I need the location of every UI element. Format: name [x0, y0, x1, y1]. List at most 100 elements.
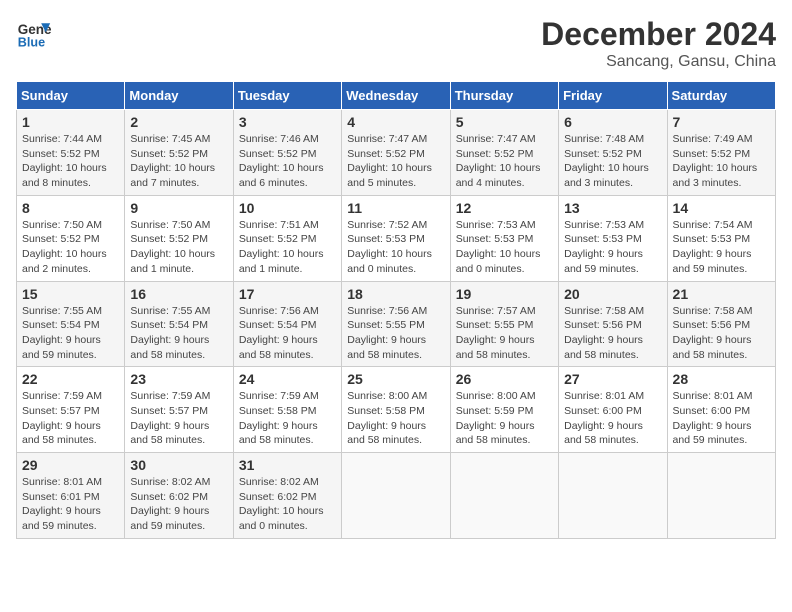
day-number: 8: [22, 200, 119, 216]
calendar-cell: 5 Sunrise: 7:47 AMSunset: 5:52 PMDaylight…: [450, 110, 558, 196]
day-number: 29: [22, 457, 119, 473]
calendar-cell: 10 Sunrise: 7:51 AMSunset: 5:52 PMDayligh…: [233, 195, 341, 281]
day-header-thursday: Thursday: [450, 82, 558, 110]
day-number: 20: [564, 286, 661, 302]
calendar-cell: 12 Sunrise: 7:53 AMSunset: 5:53 PMDayligh…: [450, 195, 558, 281]
day-number: 27: [564, 371, 661, 387]
day-detail: Sunrise: 8:00 AMSunset: 5:58 PMDaylight:…: [347, 389, 444, 448]
day-detail: Sunrise: 7:59 AMSunset: 5:57 PMDaylight:…: [130, 389, 227, 448]
calendar-cell: [559, 453, 667, 539]
day-detail: Sunrise: 7:44 AMSunset: 5:52 PMDaylight:…: [22, 132, 119, 191]
calendar-header-row: SundayMondayTuesdayWednesdayThursdayFrid…: [17, 82, 776, 110]
day-number: 28: [673, 371, 770, 387]
day-header-friday: Friday: [559, 82, 667, 110]
day-detail: Sunrise: 8:01 AMSunset: 6:00 PMDaylight:…: [564, 389, 661, 448]
calendar-week-row: 1 Sunrise: 7:44 AMSunset: 5:52 PMDaylight…: [17, 110, 776, 196]
day-detail: Sunrise: 7:47 AMSunset: 5:52 PMDaylight:…: [456, 132, 553, 191]
day-number: 4: [347, 114, 444, 130]
day-detail: Sunrise: 7:53 AMSunset: 5:53 PMDaylight:…: [564, 218, 661, 277]
calendar-body: 1 Sunrise: 7:44 AMSunset: 5:52 PMDaylight…: [17, 110, 776, 539]
calendar-cell: 23 Sunrise: 7:59 AMSunset: 5:57 PMDayligh…: [125, 367, 233, 453]
calendar-cell: 25 Sunrise: 8:00 AMSunset: 5:58 PMDayligh…: [342, 367, 450, 453]
calendar-cell: 24 Sunrise: 7:59 AMSunset: 5:58 PMDayligh…: [233, 367, 341, 453]
calendar-cell: [342, 453, 450, 539]
day-number: 31: [239, 457, 336, 473]
day-number: 21: [673, 286, 770, 302]
day-detail: Sunrise: 7:48 AMSunset: 5:52 PMDaylight:…: [564, 132, 661, 191]
day-number: 25: [347, 371, 444, 387]
day-number: 7: [673, 114, 770, 130]
day-detail: Sunrise: 7:51 AMSunset: 5:52 PMDaylight:…: [239, 218, 336, 277]
day-detail: Sunrise: 7:54 AMSunset: 5:53 PMDaylight:…: [673, 218, 770, 277]
calendar-cell: [667, 453, 775, 539]
day-detail: Sunrise: 8:02 AMSunset: 6:02 PMDaylight:…: [239, 475, 336, 534]
calendar-cell: 30 Sunrise: 8:02 AMSunset: 6:02 PMDayligh…: [125, 453, 233, 539]
calendar-cell: 21Sunrise: 7:58 AMSunset: 5:56 PMDayligh…: [667, 281, 775, 367]
day-number: 11: [347, 200, 444, 216]
day-detail: Sunrise: 7:58 AMSunset: 5:56 PMDaylight:…: [564, 304, 661, 363]
calendar-cell: 2 Sunrise: 7:45 AMSunset: 5:52 PMDaylight…: [125, 110, 233, 196]
calendar-cell: 27 Sunrise: 8:01 AMSunset: 6:00 PMDayligh…: [559, 367, 667, 453]
logo-icon: General Blue: [16, 16, 52, 52]
calendar-cell: 11 Sunrise: 7:52 AMSunset: 5:53 PMDayligh…: [342, 195, 450, 281]
day-detail: Sunrise: 7:59 AMSunset: 5:58 PMDaylight:…: [239, 389, 336, 448]
day-number: 9: [130, 200, 227, 216]
day-detail: Sunrise: 7:53 AMSunset: 5:53 PMDaylight:…: [456, 218, 553, 277]
calendar-cell: 14 Sunrise: 7:54 AMSunset: 5:53 PMDayligh…: [667, 195, 775, 281]
day-number: 23: [130, 371, 227, 387]
calendar-cell: 3Sunrise: 7:46 AMSunset: 5:52 PMDaylight…: [233, 110, 341, 196]
calendar-week-row: 8 Sunrise: 7:50 AMSunset: 5:52 PMDaylight…: [17, 195, 776, 281]
day-detail: Sunrise: 7:50 AMSunset: 5:52 PMDaylight:…: [130, 218, 227, 277]
day-number: 13: [564, 200, 661, 216]
logo: General Blue: [16, 16, 52, 52]
day-number: 12: [456, 200, 553, 216]
day-detail: Sunrise: 7:52 AMSunset: 5:53 PMDaylight:…: [347, 218, 444, 277]
location-title: Sancang, Gansu, China: [541, 53, 776, 71]
day-detail: Sunrise: 8:01 AMSunset: 6:00 PMDaylight:…: [673, 389, 770, 448]
day-detail: Sunrise: 7:55 AMSunset: 5:54 PMDaylight:…: [130, 304, 227, 363]
day-detail: Sunrise: 8:00 AMSunset: 5:59 PMDaylight:…: [456, 389, 553, 448]
calendar-cell: 4Sunrise: 7:47 AMSunset: 5:52 PMDaylight…: [342, 110, 450, 196]
day-header-wednesday: Wednesday: [342, 82, 450, 110]
day-detail: Sunrise: 8:02 AMSunset: 6:02 PMDaylight:…: [130, 475, 227, 534]
calendar-cell: 15 Sunrise: 7:55 AMSunset: 5:54 PMDayligh…: [17, 281, 125, 367]
svg-text:Blue: Blue: [18, 36, 45, 50]
month-title: December 2024: [541, 16, 776, 53]
calendar-week-row: 22 Sunrise: 7:59 AMSunset: 5:57 PMDayligh…: [17, 367, 776, 453]
day-detail: Sunrise: 7:49 AMSunset: 5:52 PMDaylight:…: [673, 132, 770, 191]
calendar-week-row: 29Sunrise: 8:01 AMSunset: 6:01 PMDayligh…: [17, 453, 776, 539]
calendar-cell: 9 Sunrise: 7:50 AMSunset: 5:52 PMDaylight…: [125, 195, 233, 281]
day-number: 24: [239, 371, 336, 387]
day-number: 14: [673, 200, 770, 216]
day-number: 6: [564, 114, 661, 130]
day-detail: Sunrise: 7:59 AMSunset: 5:57 PMDaylight:…: [22, 389, 119, 448]
calendar-cell: 22 Sunrise: 7:59 AMSunset: 5:57 PMDayligh…: [17, 367, 125, 453]
day-number: 5: [456, 114, 553, 130]
day-number: 19: [456, 286, 553, 302]
calendar-cell: 8Sunrise: 7:50 AMSunset: 5:52 PMDaylight…: [17, 195, 125, 281]
page-header: General Blue December 2024 Sancang, Gans…: [16, 16, 776, 71]
day-number: 3: [239, 114, 336, 130]
day-detail: Sunrise: 7:55 AMSunset: 5:54 PMDaylight:…: [22, 304, 119, 363]
day-number: 16: [130, 286, 227, 302]
day-header-sunday: Sunday: [17, 82, 125, 110]
day-header-saturday: Saturday: [667, 82, 775, 110]
calendar-table: SundayMondayTuesdayWednesdayThursdayFrid…: [16, 81, 776, 539]
title-area: December 2024 Sancang, Gansu, China: [541, 16, 776, 71]
day-number: 10: [239, 200, 336, 216]
day-number: 15: [22, 286, 119, 302]
day-number: 2: [130, 114, 227, 130]
calendar-cell: 7 Sunrise: 7:49 AMSunset: 5:52 PMDaylight…: [667, 110, 775, 196]
day-number: 1: [22, 114, 119, 130]
day-number: 26: [456, 371, 553, 387]
day-number: 30: [130, 457, 227, 473]
calendar-cell: 16 Sunrise: 7:55 AMSunset: 5:54 PMDayligh…: [125, 281, 233, 367]
day-number: 22: [22, 371, 119, 387]
day-detail: Sunrise: 7:45 AMSunset: 5:52 PMDaylight:…: [130, 132, 227, 191]
day-header-monday: Monday: [125, 82, 233, 110]
day-detail: Sunrise: 7:56 AMSunset: 5:55 PMDaylight:…: [347, 304, 444, 363]
calendar-cell: 28 Sunrise: 8:01 AMSunset: 6:00 PMDayligh…: [667, 367, 775, 453]
calendar-cell: 31 Sunrise: 8:02 AMSunset: 6:02 PMDayligh…: [233, 453, 341, 539]
calendar-cell: 13 Sunrise: 7:53 AMSunset: 5:53 PMDayligh…: [559, 195, 667, 281]
day-detail: Sunrise: 7:56 AMSunset: 5:54 PMDaylight:…: [239, 304, 336, 363]
